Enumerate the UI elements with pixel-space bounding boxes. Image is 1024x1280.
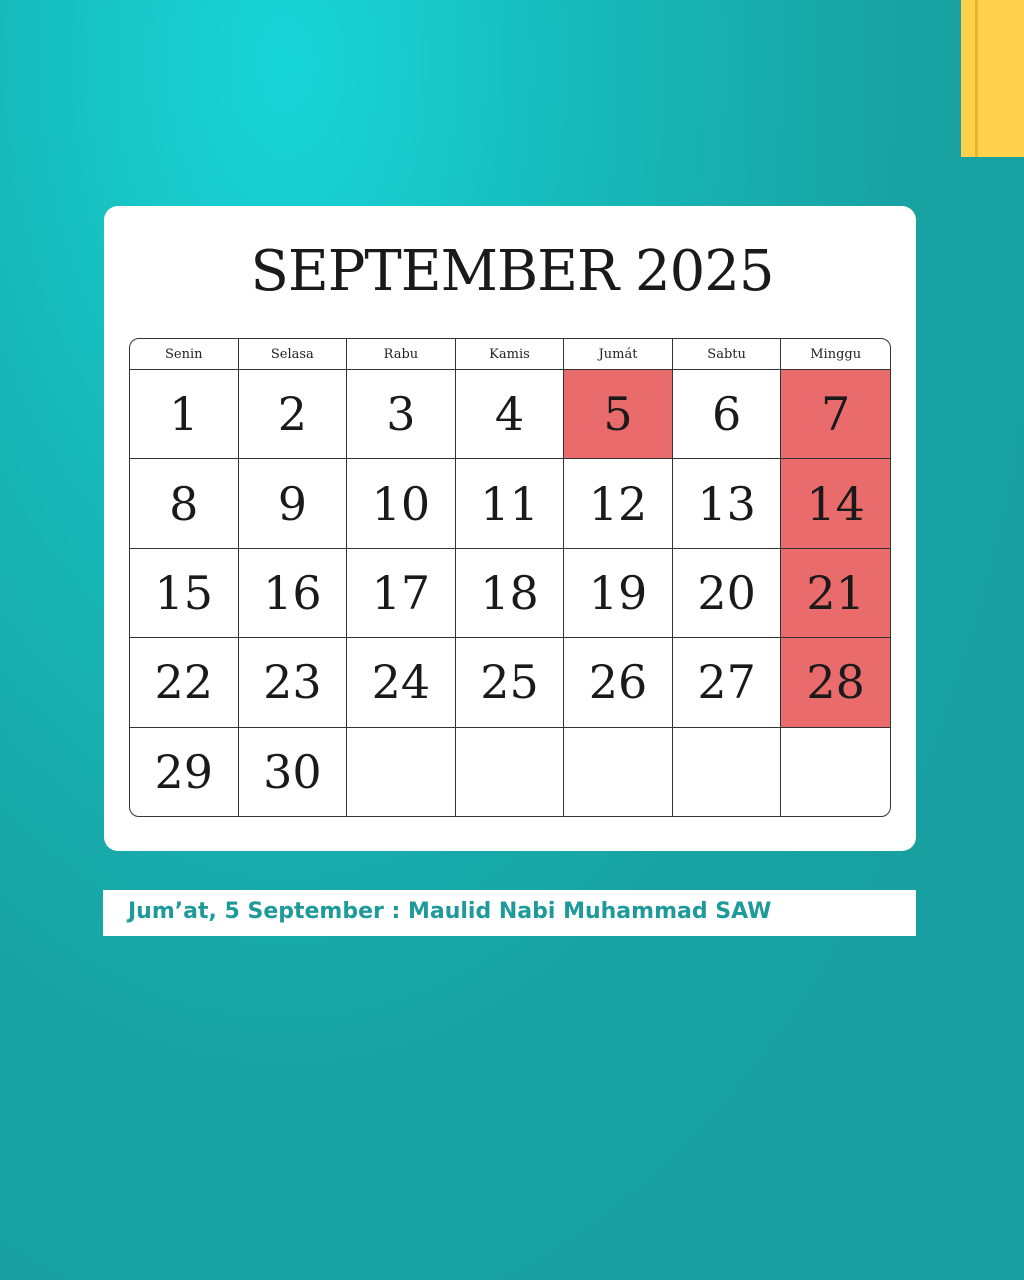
day-cell: 6 [672,370,782,460]
day-cell: 4 [455,370,565,460]
day-cell: 24 [347,638,456,728]
day-cell: 9 [238,459,348,549]
weekday-header: Senin [130,339,239,370]
day-cell: 12 [564,459,673,549]
day-cell: 11 [455,459,565,549]
week-row: 29 30 [130,727,890,816]
weekday-header: Jumát [564,339,673,370]
day-cell: 22 [130,638,239,728]
weekday-header: Selasa [238,339,348,370]
calendar-grid: Senin Selasa Rabu Kamis Jumát Sabtu Ming… [129,338,891,817]
day-cell: 26 [564,638,673,728]
day-cell [673,727,782,816]
holiday-note-text: Jum’at, 5 September : Maulid Nabi Muhamm… [128,899,772,924]
weekday-header: Rabu [347,339,456,370]
day-cell-holiday: 28 [781,638,890,728]
day-cell [456,727,565,816]
day-cell-holiday: 21 [781,548,890,639]
weekday-header-row: Senin Selasa Rabu Kamis Jumát Sabtu Ming… [130,339,890,370]
day-cell: 29 [130,727,239,816]
day-cell: 30 [239,727,348,816]
day-cell: 2 [238,370,348,460]
day-cell-holiday: 5 [564,370,673,460]
week-row: 15 16 17 18 19 20 21 [130,548,890,639]
day-cell: 27 [672,638,782,728]
day-cell [564,727,673,816]
day-cell-holiday: 7 [781,370,890,460]
day-cell [781,728,890,816]
day-cell: 17 [347,548,456,639]
day-cell [347,727,456,816]
week-row: 8 9 10 11 12 13 14 [130,459,890,549]
weekday-header: Sabtu [672,339,782,370]
day-cell: 1 [130,370,239,460]
week-row: 1 2 3 4 5 6 7 [130,370,890,460]
holiday-note-bar: Jum’at, 5 September : Maulid Nabi Muhamm… [103,890,916,936]
day-cell: 18 [455,548,565,639]
day-cell: 23 [238,638,348,728]
day-cell: 20 [672,548,782,639]
week-row: 22 23 24 25 26 27 28 [130,638,890,728]
day-cell: 16 [238,548,348,639]
weekday-header: Kamis [455,339,565,370]
day-cell: 10 [347,459,456,549]
day-cell-holiday: 14 [781,459,890,549]
day-cell: 25 [455,638,565,728]
day-cell: 8 [130,459,239,549]
calendar-title: SEPTEMBER 2025 [250,239,774,304]
weekday-header: Minggu [781,339,890,370]
day-cell: 15 [130,548,239,639]
day-cell: 19 [564,548,673,639]
day-cell: 13 [672,459,782,549]
day-cell: 3 [347,370,456,460]
decorative-accent-line [975,0,978,157]
decorative-accent-bar [961,0,1024,157]
